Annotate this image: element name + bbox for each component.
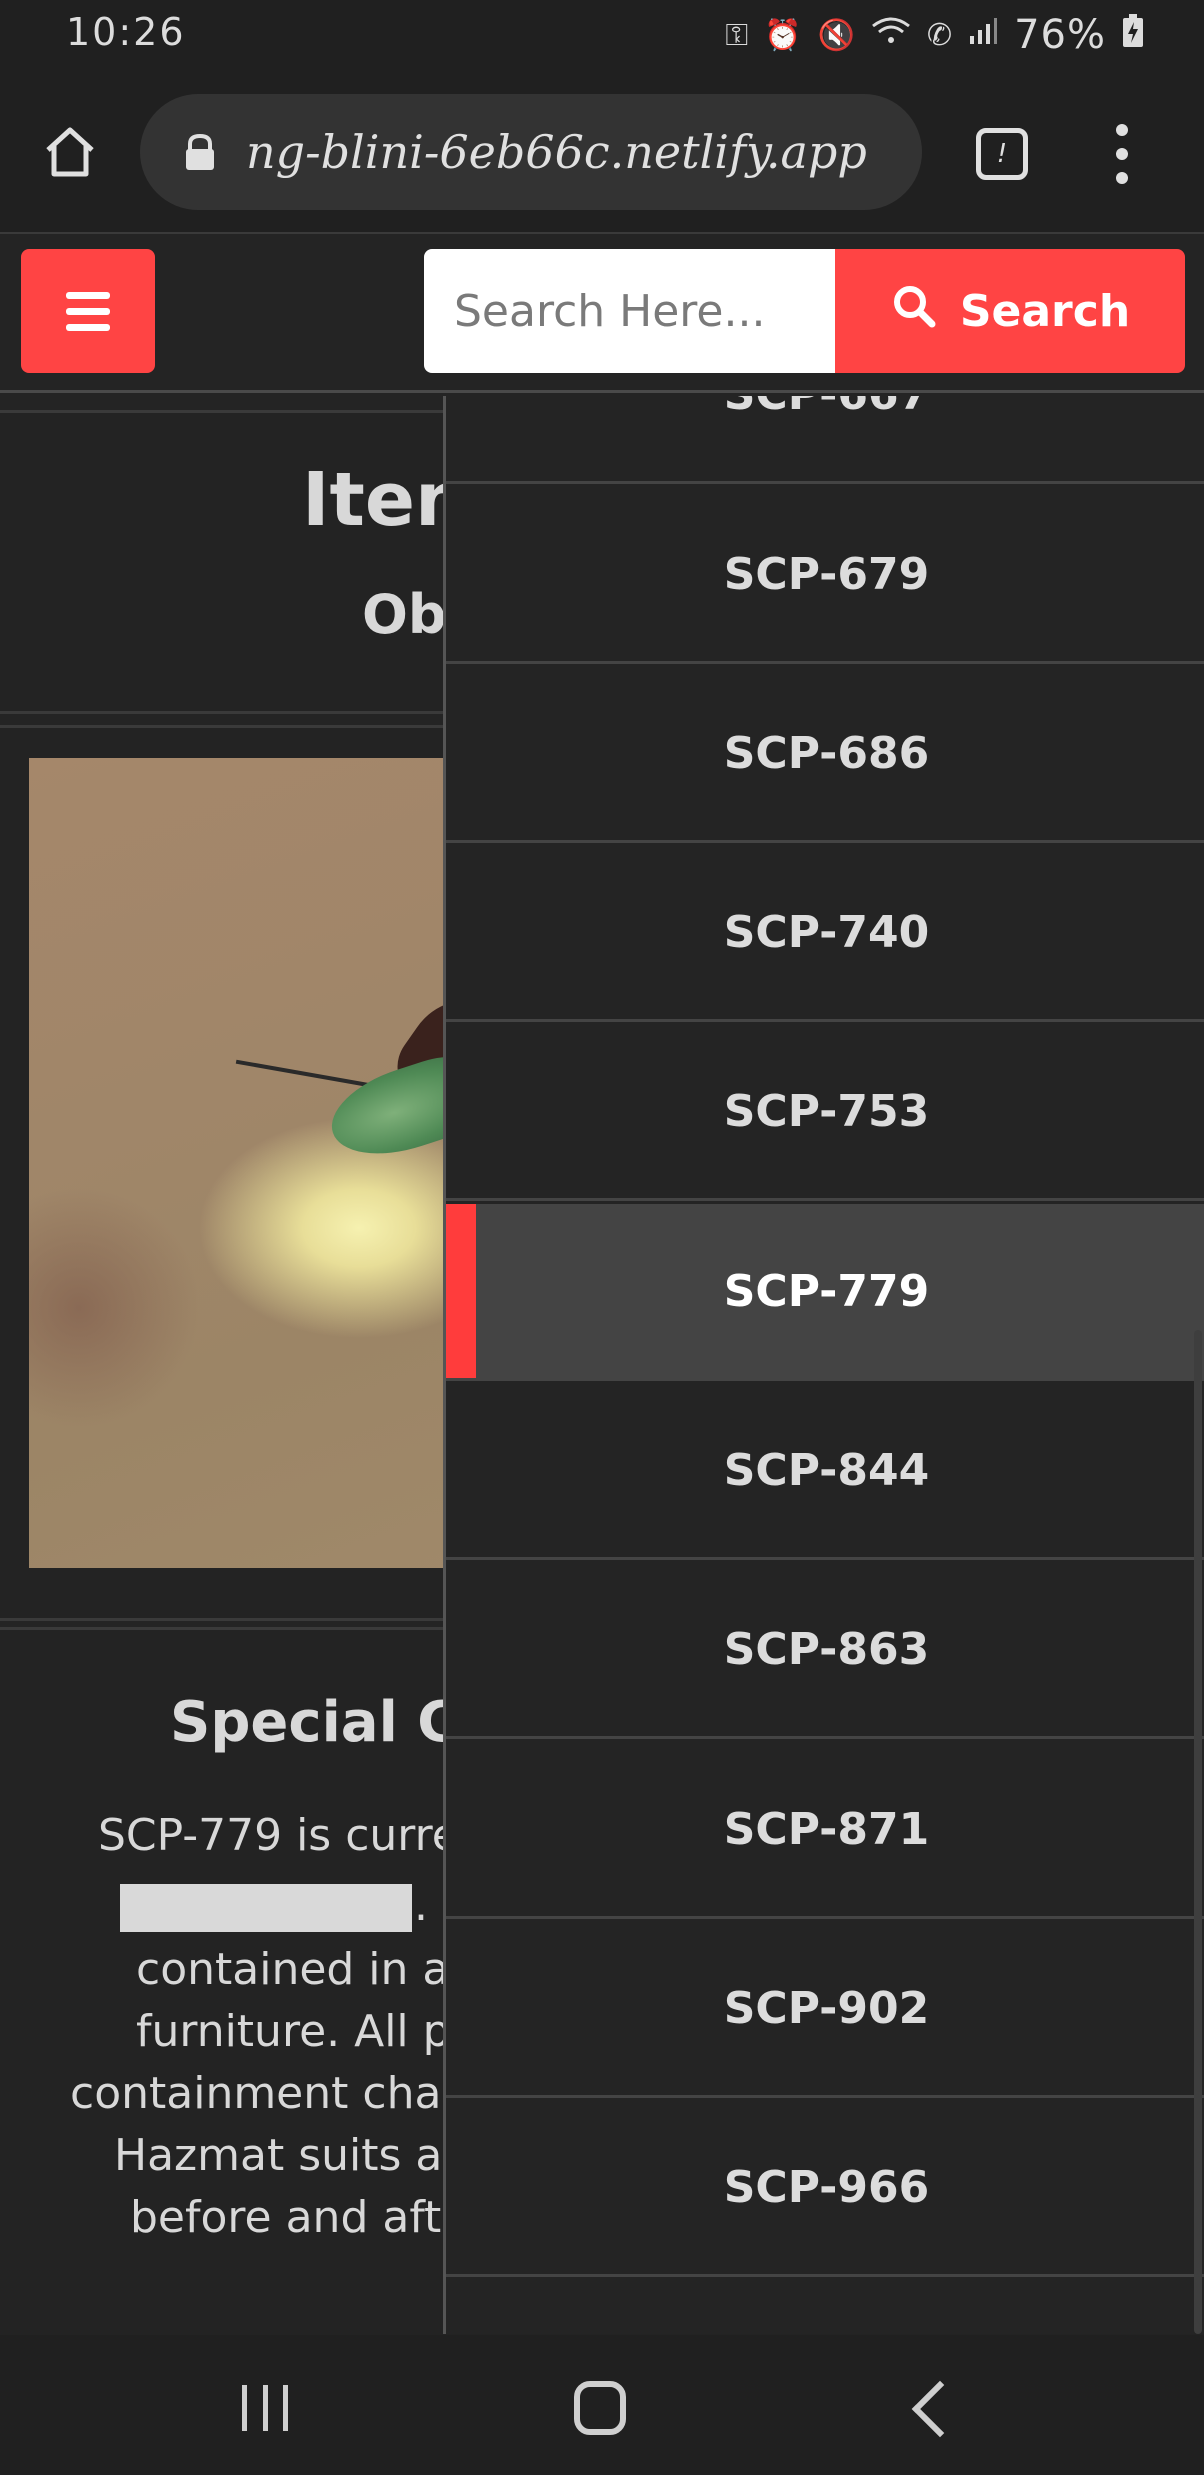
system-nav-bar bbox=[0, 2335, 1204, 2475]
text-line: Hazmat suits a bbox=[114, 2130, 443, 2181]
dropdown-item[interactable]: SCP-753 bbox=[446, 1024, 1204, 1201]
status-time: 10:26 bbox=[66, 10, 186, 54]
url-text: ng-blini-6eb66c.netlify.app bbox=[246, 125, 867, 179]
battery-percentage: 76% bbox=[1014, 12, 1106, 58]
back-icon[interactable] bbox=[911, 2380, 969, 2438]
battery-charging-icon bbox=[1122, 14, 1144, 56]
hamburger-icon bbox=[66, 291, 110, 299]
status-bar: 10:26 ⚿ ⏰ 🔇 ✆ 76% bbox=[0, 0, 1204, 72]
search-icon bbox=[890, 282, 938, 341]
tab-switcher-button[interactable]: ! bbox=[976, 128, 1028, 180]
status-icons: ⚿ ⏰ 🔇 ✆ 76% bbox=[725, 12, 1144, 58]
recent-apps-icon[interactable] bbox=[242, 2385, 288, 2431]
address-bar[interactable]: ng-blini-6eb66c.netlify.app bbox=[140, 94, 922, 210]
text-line: SCP-779 is curre bbox=[98, 1810, 459, 1861]
dropdown-item[interactable]: SCP-667 bbox=[446, 396, 1204, 484]
menu-toggle-button[interactable] bbox=[21, 249, 155, 373]
dropdown-item[interactable]: SCP-740 bbox=[446, 845, 1204, 1022]
scp-dropdown-list[interactable]: SCP-667 SCP-679 SCP-686 SCP-740 SCP-753 … bbox=[443, 396, 1204, 2334]
dropdown-item[interactable]: SCP-686 bbox=[446, 666, 1204, 843]
text-line: contained in a bbox=[136, 1944, 450, 1995]
dropdown-scrollbar[interactable] bbox=[1194, 1330, 1202, 2334]
home-icon[interactable] bbox=[40, 122, 100, 182]
search-button[interactable]: Search bbox=[835, 249, 1185, 373]
dropdown-item[interactable]: SCP-844 bbox=[446, 1383, 1204, 1560]
alarm-icon: ⏰ bbox=[764, 17, 802, 53]
signal-icon bbox=[968, 16, 998, 54]
dropdown-item[interactable]: SCP-871 bbox=[446, 1742, 1204, 1919]
more-options-icon[interactable] bbox=[1104, 124, 1140, 184]
redacted-block bbox=[120, 1884, 412, 1932]
wifi-icon bbox=[871, 16, 911, 54]
dropdown-item[interactable]: SCP-863 bbox=[446, 1562, 1204, 1739]
key-icon: ⚿ bbox=[725, 17, 749, 53]
lock-icon bbox=[180, 132, 220, 172]
dropdown-item[interactable]: SCP-902 bbox=[446, 1921, 1204, 2098]
dropdown-item-selected[interactable]: SCP-779 bbox=[446, 1204, 1204, 1381]
dropdown-item[interactable]: SCP-679 bbox=[446, 487, 1204, 664]
object-class-heading: Ob bbox=[362, 583, 447, 646]
text-line: furniture. All p bbox=[136, 2006, 451, 2057]
mute-icon: 🔇 bbox=[817, 17, 855, 53]
text-line: containment char bbox=[70, 2068, 460, 2119]
search-input[interactable] bbox=[424, 249, 836, 373]
browser-toolbar: ng-blini-6eb66c.netlify.app ! bbox=[0, 72, 1204, 234]
text-line: . bbox=[414, 1880, 428, 1931]
dropdown-item[interactable]: SCP-966 bbox=[446, 2100, 1204, 2277]
home-button-icon[interactable] bbox=[574, 2381, 626, 2435]
site-header: Search bbox=[0, 234, 1204, 393]
wifi-call-icon: ✆ bbox=[926, 17, 953, 53]
text-line: before and aft bbox=[130, 2192, 442, 2243]
search-button-label: Search bbox=[959, 285, 1131, 337]
